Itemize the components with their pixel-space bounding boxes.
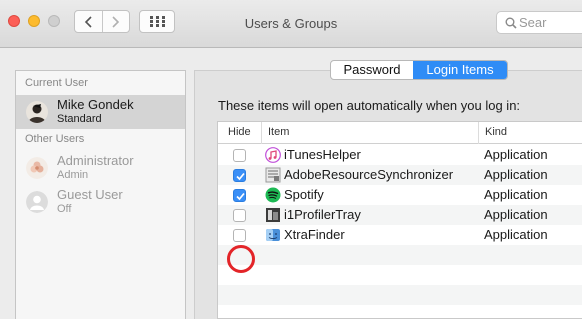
- itunes-icon: [265, 147, 281, 163]
- tab-login-items[interactable]: Login Items: [413, 61, 507, 79]
- i1profiler-icon: [266, 208, 280, 222]
- empty-row: [218, 305, 582, 319]
- item-kind: Application: [484, 207, 548, 222]
- table-row[interactable]: XtraFinder Application: [218, 225, 582, 245]
- user-name: Mike Gondek: [57, 97, 134, 112]
- empty-row: [218, 285, 582, 305]
- checkmark-icon: [236, 192, 245, 201]
- item-kind: Application: [484, 187, 548, 202]
- hide-checkbox[interactable]: [233, 209, 246, 222]
- empty-row: [218, 265, 582, 285]
- user-photo-icon: [26, 101, 48, 123]
- hide-checkbox[interactable]: [233, 169, 246, 182]
- search-icon: [505, 17, 517, 29]
- hide-checkbox[interactable]: [233, 189, 246, 202]
- item-name: AdobeResourceSynchronizer: [284, 167, 454, 182]
- search-placeholder: Sear: [519, 15, 547, 30]
- search-field[interactable]: Sear: [496, 11, 582, 34]
- avatar: [26, 157, 48, 179]
- checkmark-icon: [236, 172, 245, 181]
- item-name: Spotify: [284, 187, 324, 202]
- user-role: Admin: [57, 169, 89, 181]
- user-role: Off: [57, 203, 72, 215]
- window-title: Users & Groups: [244, 16, 338, 31]
- tab-bar: Password Login Items: [330, 60, 508, 80]
- xtrafinder-icon: [266, 229, 280, 241]
- login-items-description: These items will open automatically when…: [218, 98, 521, 113]
- avatar: [26, 191, 48, 213]
- hide-checkbox[interactable]: [233, 149, 246, 162]
- table-header: Hide Item Kind: [218, 122, 582, 144]
- user-name: Guest User: [57, 187, 123, 202]
- spotify-icon: [265, 187, 281, 203]
- item-name: XtraFinder: [284, 227, 345, 242]
- item-name: iTunesHelper: [284, 147, 361, 162]
- avatar: [26, 101, 48, 123]
- other-users-heading: Other Users: [25, 133, 85, 145]
- table-row[interactable]: i1ProfilerTray Application: [218, 205, 582, 225]
- empty-row: [218, 245, 582, 265]
- guest-user-icon: [26, 191, 48, 213]
- item-name: i1ProfilerTray: [284, 207, 361, 222]
- item-kind: Application: [484, 167, 548, 182]
- user-role: Standard: [57, 113, 102, 125]
- user-item-administrator[interactable]: Administrator Admin: [16, 151, 185, 185]
- current-user-heading: Current User: [25, 77, 88, 89]
- title-bar: Users & Groups Sear: [0, 0, 582, 48]
- table-row[interactable]: Spotify Application: [218, 185, 582, 205]
- tab-password[interactable]: Password: [331, 61, 413, 79]
- users-sidebar: Current User Mike Gondek Standard Other …: [15, 70, 186, 319]
- column-header-item[interactable]: Item: [261, 122, 289, 144]
- column-header-kind[interactable]: Kind: [478, 122, 507, 144]
- highlight-circle-annotation: [227, 245, 255, 273]
- item-kind: Application: [484, 147, 548, 162]
- column-header-hide[interactable]: Hide: [222, 122, 251, 144]
- table-row[interactable]: iTunesHelper Application: [218, 145, 582, 165]
- adobe-sync-icon: [265, 167, 281, 183]
- user-item-mike-gondek[interactable]: Mike Gondek Standard: [16, 95, 185, 129]
- user-item-guest-user[interactable]: Guest User Off: [16, 185, 185, 219]
- hide-checkbox[interactable]: [233, 229, 246, 242]
- item-kind: Application: [484, 227, 548, 242]
- login-items-table: Hide Item Kind iTunesHelper Application …: [217, 121, 582, 319]
- user-name: Administrator: [57, 153, 134, 168]
- table-row[interactable]: AdobeResourceSynchronizer Application: [218, 165, 582, 185]
- flower-avatar-icon: [26, 157, 48, 179]
